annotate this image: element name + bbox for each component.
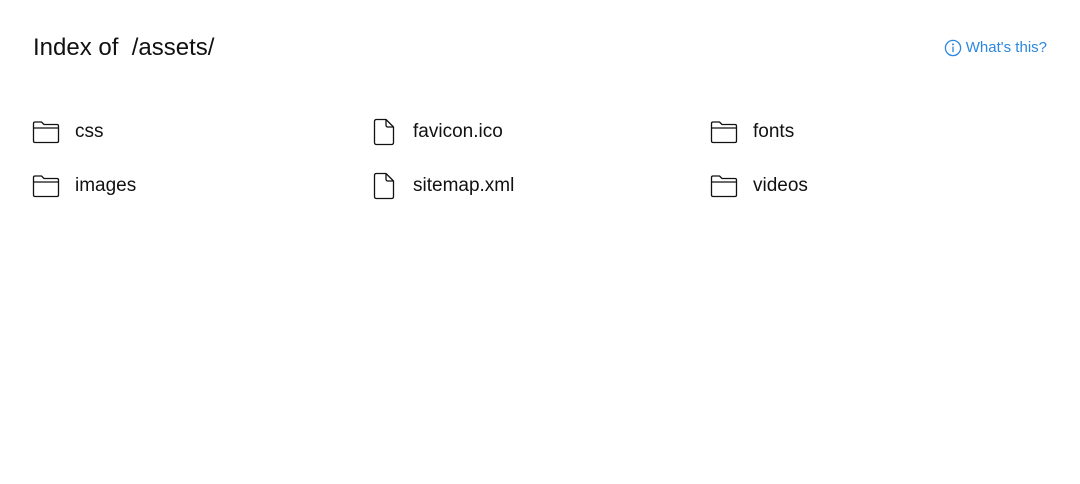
info-icon — [944, 39, 962, 57]
entry-css[interactable]: css — [32, 112, 371, 152]
folder-icon — [32, 118, 60, 146]
directory-listing: css favicon.ico fonts images sitemap.xml… — [32, 112, 1052, 220]
whats-this-label: What's this? — [965, 39, 1047, 56]
page-title: Index of /assets/ — [33, 33, 214, 63]
entry-favicon-ico[interactable]: favicon.ico — [371, 112, 710, 152]
entry-name: videos — [753, 175, 808, 196]
entry-name: fonts — [753, 121, 795, 142]
folder-icon — [710, 172, 738, 200]
page-title-prefix: Index of — [33, 34, 119, 61]
folder-icon — [32, 172, 60, 200]
file-icon — [371, 118, 397, 146]
folder-icon — [710, 118, 738, 146]
entry-videos[interactable]: videos — [710, 166, 1049, 206]
whats-this-link[interactable]: What's this? — [944, 38, 1047, 58]
entry-name: css — [75, 121, 104, 142]
entry-images[interactable]: images — [32, 166, 371, 206]
entry-sitemap-xml[interactable]: sitemap.xml — [371, 166, 710, 206]
entry-name: images — [75, 175, 137, 196]
entry-name: favicon.ico — [413, 121, 503, 142]
entry-fonts[interactable]: fonts — [710, 112, 1049, 152]
entry-name: sitemap.xml — [413, 175, 515, 196]
page-title-path: /assets/ — [131, 34, 215, 61]
file-icon — [371, 172, 397, 200]
